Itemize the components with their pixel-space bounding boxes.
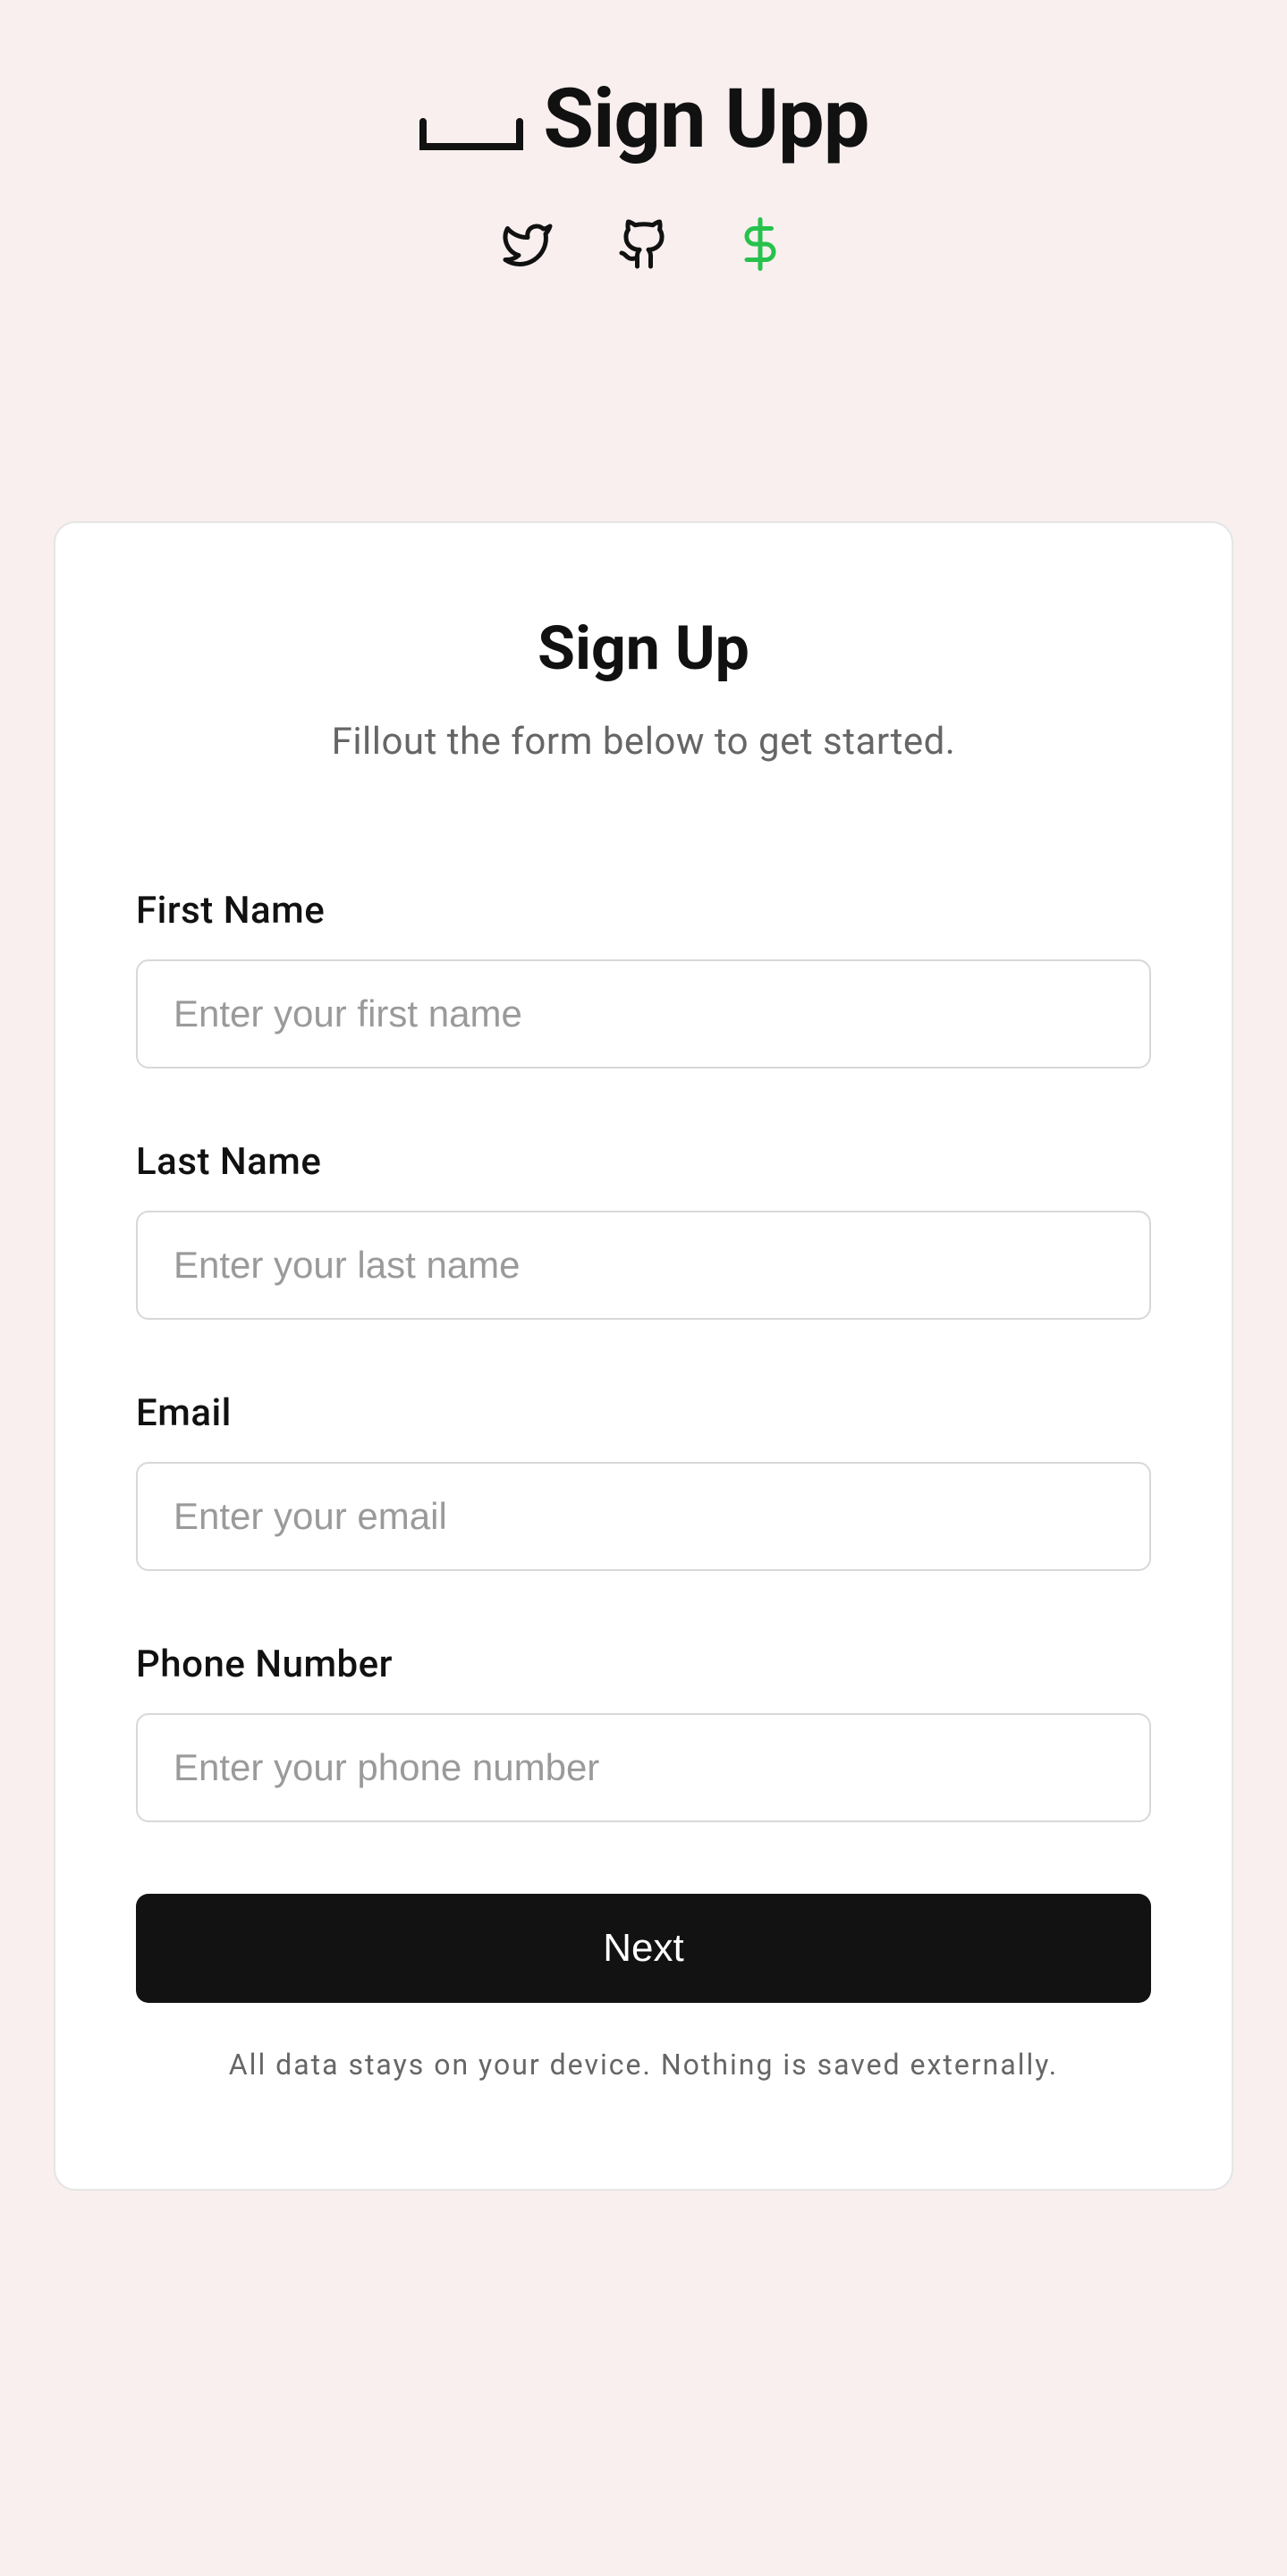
bracket-icon	[418, 77, 525, 173]
github-icon[interactable]	[617, 217, 671, 271]
dollar-icon[interactable]	[733, 217, 787, 271]
signup-form: First Name Last Name Email Phone Number …	[136, 889, 1151, 2082]
twitter-icon[interactable]	[501, 217, 555, 271]
signup-card: Sign Up Fillout the form below to get st…	[54, 521, 1233, 2191]
page-header: Sign Upp	[54, 72, 1233, 271]
phone-label: Phone Number	[136, 1643, 1151, 1686]
phone-input[interactable]	[136, 1713, 1151, 1822]
page-title: Sign Upp	[543, 72, 868, 167]
social-row	[54, 217, 1233, 271]
card-subtitle: Fillout the form below to get started.	[136, 720, 1151, 764]
first-name-label: First Name	[136, 889, 1151, 933]
last-name-group: Last Name	[136, 1140, 1151, 1320]
first-name-group: First Name	[136, 889, 1151, 1068]
page-title-wrapper: Sign Upp	[54, 72, 1233, 173]
disclaimer: All data stays on your device. Nothing i…	[136, 2048, 1151, 2082]
last-name-label: Last Name	[136, 1140, 1151, 1184]
card-title: Sign Up	[136, 612, 1151, 684]
first-name-input[interactable]	[136, 959, 1151, 1068]
email-group: Email	[136, 1391, 1151, 1571]
email-input[interactable]	[136, 1462, 1151, 1571]
phone-group: Phone Number	[136, 1643, 1151, 1822]
next-button[interactable]: Next	[136, 1894, 1151, 2003]
email-label: Email	[136, 1391, 1151, 1435]
last-name-input[interactable]	[136, 1211, 1151, 1320]
